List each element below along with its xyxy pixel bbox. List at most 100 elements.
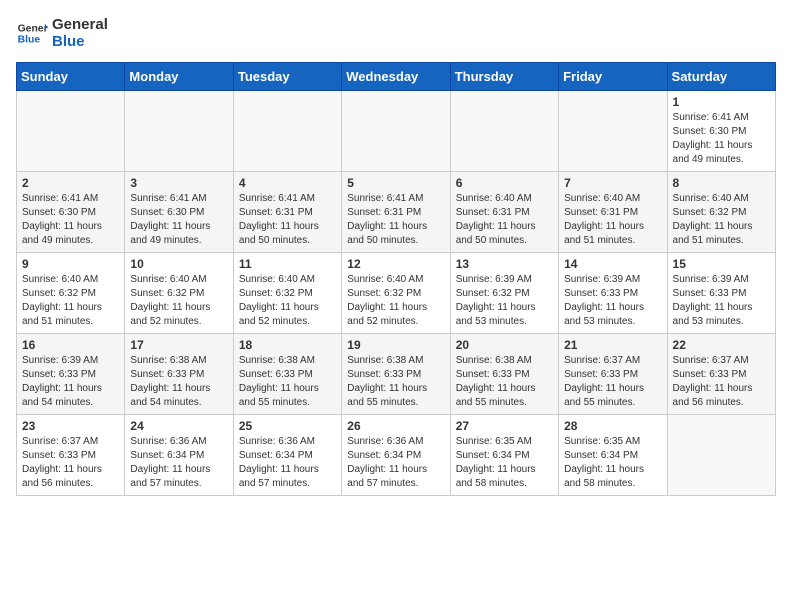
calendar-cell: 22 Sunrise: 6:37 AM Sunset: 6:33 PM Dayli… — [667, 334, 775, 415]
calendar-week-row: 9 Sunrise: 6:40 AM Sunset: 6:32 PM Daylig… — [17, 253, 776, 334]
calendar-cell: 17 Sunrise: 6:38 AM Sunset: 6:33 PM Dayli… — [125, 334, 233, 415]
day-number: 26 — [347, 419, 444, 433]
day-info: Sunrise: 6:40 AM Sunset: 6:32 PM Dayligh… — [673, 192, 770, 248]
day-number: 12 — [347, 257, 444, 271]
calendar-cell: 18Sunrise: 6:38 AM Sunset: 6:33 PM Dayli… — [233, 334, 341, 415]
calendar-cell: 4 Sunrise: 6:41 AM Sunset: 6:31 PM Daylig… — [233, 172, 341, 253]
day-number: 22 — [673, 338, 770, 352]
calendar-cell: 26 Sunrise: 6:36 AM Sunset: 6:34 PM Dayli… — [342, 415, 450, 496]
calendar-cell: 27 Sunrise: 6:35 AM Sunset: 6:34 PM Dayli… — [450, 415, 558, 496]
calendar-cell: 1Sunrise: 6:41 AM Sunset: 6:30 PM Daylig… — [667, 91, 775, 172]
calendar-cell — [125, 91, 233, 172]
calendar-cell: 7 Sunrise: 6:40 AM Sunset: 6:31 PM Daylig… — [559, 172, 667, 253]
day-number: 2 — [22, 176, 119, 190]
day-info: Sunrise: 6:39 AM Sunset: 6:33 PM Dayligh… — [22, 354, 119, 410]
calendar-week-row: 23Sunrise: 6:37 AM Sunset: 6:33 PM Dayli… — [17, 415, 776, 496]
day-number: 27 — [456, 419, 553, 433]
day-number: 6 — [456, 176, 553, 190]
day-number: 17 — [130, 338, 227, 352]
calendar-cell: 11 Sunrise: 6:40 AM Sunset: 6:32 PM Dayli… — [233, 253, 341, 334]
calendar-cell: 6 Sunrise: 6:40 AM Sunset: 6:31 PM Daylig… — [450, 172, 558, 253]
day-info: Sunrise: 6:39 AM Sunset: 6:33 PM Dayligh… — [564, 273, 661, 329]
day-info: Sunrise: 6:35 AM Sunset: 6:34 PM Dayligh… — [456, 435, 553, 491]
svg-text:Blue: Blue — [18, 35, 41, 46]
weekday-header: Friday — [559, 63, 667, 91]
calendar-cell: 19 Sunrise: 6:38 AM Sunset: 6:33 PM Dayli… — [342, 334, 450, 415]
calendar-cell: 21 Sunrise: 6:37 AM Sunset: 6:33 PM Dayli… — [559, 334, 667, 415]
day-number: 9 — [22, 257, 119, 271]
day-number: 20 — [456, 338, 553, 352]
day-info: Sunrise: 6:40 AM Sunset: 6:32 PM Dayligh… — [130, 273, 227, 329]
logo-general: General — [52, 16, 108, 33]
weekday-header: Saturday — [667, 63, 775, 91]
calendar-cell — [17, 91, 125, 172]
calendar-cell: 5 Sunrise: 6:41 AM Sunset: 6:31 PM Daylig… — [342, 172, 450, 253]
day-info: Sunrise: 6:37 AM Sunset: 6:33 PM Dayligh… — [564, 354, 661, 410]
weekday-header: Sunday — [17, 63, 125, 91]
calendar-week-row: 16 Sunrise: 6:39 AM Sunset: 6:33 PM Dayli… — [17, 334, 776, 415]
calendar-cell: 10 Sunrise: 6:40 AM Sunset: 6:32 PM Dayli… — [125, 253, 233, 334]
calendar-week-row: 2 Sunrise: 6:41 AM Sunset: 6:30 PM Daylig… — [17, 172, 776, 253]
calendar-cell — [559, 91, 667, 172]
day-info: Sunrise: 6:39 AM Sunset: 6:33 PM Dayligh… — [673, 273, 770, 329]
calendar-cell: 24Sunrise: 6:36 AM Sunset: 6:34 PM Dayli… — [125, 415, 233, 496]
calendar: SundayMondayTuesdayWednesdayThursdayFrid… — [16, 62, 776, 496]
day-info: Sunrise: 6:36 AM Sunset: 6:34 PM Dayligh… — [239, 435, 336, 491]
day-info: Sunrise: 6:40 AM Sunset: 6:32 PM Dayligh… — [22, 273, 119, 329]
day-number: 21 — [564, 338, 661, 352]
day-info: Sunrise: 6:40 AM Sunset: 6:31 PM Dayligh… — [564, 192, 661, 248]
day-info: Sunrise: 6:40 AM Sunset: 6:32 PM Dayligh… — [239, 273, 336, 329]
calendar-cell: 23Sunrise: 6:37 AM Sunset: 6:33 PM Dayli… — [17, 415, 125, 496]
calendar-cell: 13 Sunrise: 6:39 AM Sunset: 6:32 PM Dayli… — [450, 253, 558, 334]
day-info: Sunrise: 6:38 AM Sunset: 6:33 PM Dayligh… — [239, 354, 336, 410]
calendar-cell — [450, 91, 558, 172]
day-info: Sunrise: 6:41 AM Sunset: 6:31 PM Dayligh… — [239, 192, 336, 248]
logo: General Blue General Blue — [16, 16, 108, 50]
calendar-cell: 8 Sunrise: 6:40 AM Sunset: 6:32 PM Daylig… — [667, 172, 775, 253]
day-info: Sunrise: 6:37 AM Sunset: 6:33 PM Dayligh… — [673, 354, 770, 410]
day-number: 19 — [347, 338, 444, 352]
weekday-header: Thursday — [450, 63, 558, 91]
calendar-cell: 20 Sunrise: 6:38 AM Sunset: 6:33 PM Dayli… — [450, 334, 558, 415]
day-info: Sunrise: 6:40 AM Sunset: 6:31 PM Dayligh… — [456, 192, 553, 248]
day-info: Sunrise: 6:41 AM Sunset: 6:31 PM Dayligh… — [347, 192, 444, 248]
weekday-header: Tuesday — [233, 63, 341, 91]
day-number: 10 — [130, 257, 227, 271]
day-info: Sunrise: 6:41 AM Sunset: 6:30 PM Dayligh… — [22, 192, 119, 248]
calendar-cell: 15 Sunrise: 6:39 AM Sunset: 6:33 PM Dayli… — [667, 253, 775, 334]
day-number: 16 — [22, 338, 119, 352]
calendar-cell: 25Sunrise: 6:36 AM Sunset: 6:34 PM Dayli… — [233, 415, 341, 496]
day-info: Sunrise: 6:41 AM Sunset: 6:30 PM Dayligh… — [673, 111, 770, 167]
calendar-cell: 3 Sunrise: 6:41 AM Sunset: 6:30 PM Daylig… — [125, 172, 233, 253]
day-number: 13 — [456, 257, 553, 271]
calendar-cell: 16 Sunrise: 6:39 AM Sunset: 6:33 PM Dayli… — [17, 334, 125, 415]
day-number: 28 — [564, 419, 661, 433]
day-number: 7 — [564, 176, 661, 190]
day-number: 3 — [130, 176, 227, 190]
logo-blue: Blue — [52, 33, 108, 50]
day-number: 4 — [239, 176, 336, 190]
day-number: 23 — [22, 419, 119, 433]
day-info: Sunrise: 6:38 AM Sunset: 6:33 PM Dayligh… — [456, 354, 553, 410]
svg-text:General: General — [18, 23, 48, 34]
day-info: Sunrise: 6:38 AM Sunset: 6:33 PM Dayligh… — [130, 354, 227, 410]
day-info: Sunrise: 6:40 AM Sunset: 6:32 PM Dayligh… — [347, 273, 444, 329]
calendar-cell: 12 Sunrise: 6:40 AM Sunset: 6:32 PM Dayli… — [342, 253, 450, 334]
day-info: Sunrise: 6:39 AM Sunset: 6:32 PM Dayligh… — [456, 273, 553, 329]
calendar-cell — [233, 91, 341, 172]
day-number: 24 — [130, 419, 227, 433]
day-info: Sunrise: 6:36 AM Sunset: 6:34 PM Dayligh… — [347, 435, 444, 491]
day-info: Sunrise: 6:41 AM Sunset: 6:30 PM Dayligh… — [130, 192, 227, 248]
day-info: Sunrise: 6:38 AM Sunset: 6:33 PM Dayligh… — [347, 354, 444, 410]
day-number: 14 — [564, 257, 661, 271]
logo-icon: General Blue — [16, 17, 48, 49]
calendar-cell: 9 Sunrise: 6:40 AM Sunset: 6:32 PM Daylig… — [17, 253, 125, 334]
weekday-header-row: SundayMondayTuesdayWednesdayThursdayFrid… — [17, 63, 776, 91]
day-number: 11 — [239, 257, 336, 271]
weekday-header: Monday — [125, 63, 233, 91]
calendar-cell: 2 Sunrise: 6:41 AM Sunset: 6:30 PM Daylig… — [17, 172, 125, 253]
day-number: 15 — [673, 257, 770, 271]
day-number: 5 — [347, 176, 444, 190]
weekday-header: Wednesday — [342, 63, 450, 91]
day-number: 8 — [673, 176, 770, 190]
